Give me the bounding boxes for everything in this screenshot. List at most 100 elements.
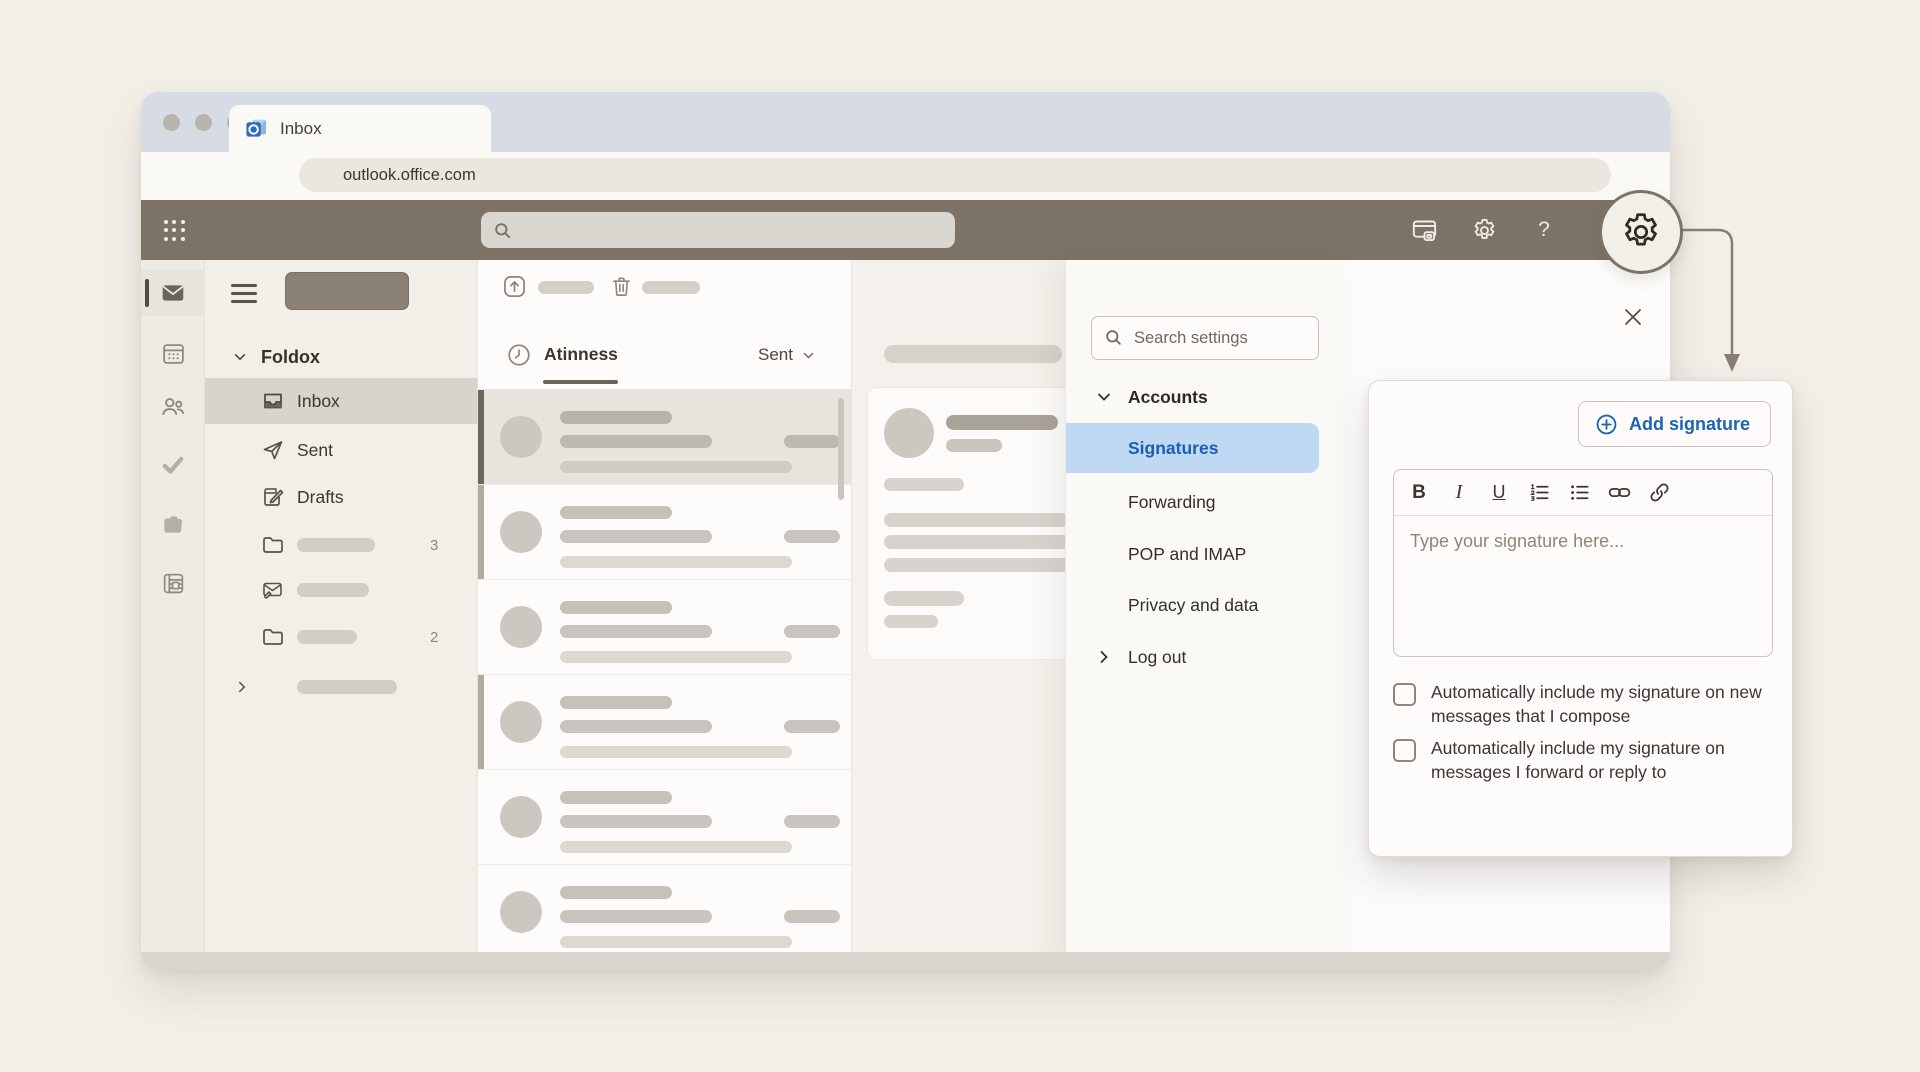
command-label-skeleton bbox=[538, 281, 594, 294]
bold-button[interactable]: B bbox=[1404, 478, 1434, 508]
signature-settings-card: Add signature B I U Type your signature … bbox=[1368, 380, 1793, 857]
message-items bbox=[478, 390, 851, 960]
settings-panel: Accounts Signatures Forwarding POP and I… bbox=[1065, 260, 1345, 970]
settings-gear-icon[interactable] bbox=[1470, 216, 1498, 244]
settings-nav-pop-imap[interactable]: POP and IMAP bbox=[1066, 537, 1345, 571]
folder-name-skeleton bbox=[297, 680, 397, 694]
message-row[interactable] bbox=[478, 390, 851, 485]
message-row[interactable] bbox=[478, 580, 851, 675]
devices-icon[interactable] bbox=[1410, 216, 1438, 244]
folder-icon bbox=[263, 629, 283, 645]
briefcase-icon bbox=[164, 516, 183, 533]
clock-icon bbox=[506, 342, 532, 368]
message-row[interactable] bbox=[478, 770, 851, 865]
chevron-down-icon bbox=[1098, 393, 1110, 401]
active-tab-underline bbox=[543, 380, 618, 384]
folder-count-badge: 2 bbox=[430, 628, 439, 646]
bullet-list-button[interactable] bbox=[1564, 478, 1594, 508]
help-icon[interactable]: ? bbox=[1530, 216, 1558, 244]
browser-tab[interactable]: Inbox bbox=[229, 105, 491, 152]
add-signature-button[interactable]: Add signature bbox=[1577, 401, 1771, 447]
chain-link-icon[interactable] bbox=[1604, 478, 1634, 508]
hyperlink-icon[interactable] bbox=[1644, 478, 1674, 508]
settings-nav-logout[interactable]: Log out bbox=[1066, 640, 1345, 674]
inbox-icon bbox=[264, 393, 282, 409]
folder-item-drafts[interactable]: Drafts bbox=[205, 474, 477, 520]
body-skeleton bbox=[884, 558, 1070, 572]
folder-item-custom-1[interactable]: 3 bbox=[205, 522, 477, 568]
list-scrollbar[interactable] bbox=[838, 398, 844, 500]
folder-pane: Foldox Inbox Sent Drafts 3 2 bbox=[205, 260, 478, 970]
new-message-icon[interactable] bbox=[502, 274, 527, 299]
folder-name-skeleton bbox=[297, 630, 357, 644]
browser-toolbar: outlook.office.com bbox=[141, 152, 1670, 200]
rail-mail-button[interactable] bbox=[141, 270, 205, 316]
italic-button[interactable]: I bbox=[1444, 478, 1474, 508]
folder-name-skeleton bbox=[297, 538, 375, 552]
checkbox-new-messages[interactable] bbox=[1393, 683, 1416, 706]
folder-item-sent[interactable]: Sent bbox=[205, 427, 477, 473]
chevron-down-icon bbox=[803, 352, 814, 359]
signature-editor: B I U bbox=[1393, 469, 1773, 657]
compose-button-skeleton[interactable] bbox=[285, 272, 409, 310]
folder-item-custom-2[interactable] bbox=[205, 567, 477, 613]
underline-button[interactable]: U bbox=[1484, 478, 1514, 508]
folder-count-badge: 3 bbox=[430, 536, 439, 554]
tab-title: Inbox bbox=[280, 118, 322, 138]
browser-tab-strip: Inbox bbox=[141, 92, 1670, 152]
checkbox-forward-reply[interactable] bbox=[1393, 739, 1416, 762]
send-icon bbox=[263, 441, 283, 460]
app-search-bar[interactable] bbox=[481, 212, 955, 248]
signature-textarea[interactable] bbox=[1394, 516, 1772, 654]
notes-icon bbox=[163, 573, 183, 593]
rail-people-button[interactable] bbox=[141, 384, 205, 430]
folder-item-inbox[interactable]: Inbox bbox=[205, 378, 477, 424]
app-launcher-icon[interactable] bbox=[164, 220, 185, 241]
settings-nav-privacy[interactable]: Privacy and data bbox=[1066, 588, 1345, 622]
settings-nav-signatures[interactable]: Signatures bbox=[1066, 423, 1319, 473]
command-bar bbox=[478, 272, 851, 306]
folder-section-row[interactable]: Foldox bbox=[205, 334, 477, 380]
message-row[interactable] bbox=[478, 675, 851, 770]
window-close-button[interactable] bbox=[163, 114, 180, 131]
delete-icon[interactable] bbox=[610, 275, 633, 298]
message-row[interactable] bbox=[478, 865, 851, 960]
callout-arrow bbox=[1682, 228, 1740, 372]
close-icon[interactable] bbox=[1619, 303, 1647, 331]
rail-calendar-button[interactable] bbox=[141, 330, 205, 376]
settings-gear-callout[interactable] bbox=[1599, 190, 1683, 274]
gear-icon bbox=[1625, 213, 1657, 246]
settings-nav-accounts[interactable]: Accounts bbox=[1066, 380, 1345, 414]
body-skeleton bbox=[884, 591, 964, 606]
app-header: ? bbox=[141, 200, 1670, 260]
rail-notes-button[interactable] bbox=[141, 560, 205, 606]
body-skeleton bbox=[884, 513, 1070, 527]
window-minimize-button[interactable] bbox=[195, 114, 212, 131]
settings-nav-forwarding[interactable]: Forwarding bbox=[1066, 485, 1345, 519]
checkmark-icon bbox=[162, 456, 184, 474]
message-list-header: Atinness Sent bbox=[478, 332, 851, 390]
list-view-tab[interactable]: Atinness bbox=[544, 344, 618, 365]
folder-item-custom-3[interactable]: 2 bbox=[205, 614, 477, 660]
settings-search-input[interactable] bbox=[1091, 316, 1319, 360]
checkbox-row-new-messages[interactable]: Automatically include my signature on ne… bbox=[1393, 681, 1781, 728]
body-skeleton bbox=[884, 615, 938, 628]
window-bottom-edge bbox=[141, 952, 1670, 970]
rail-briefcase-button[interactable] bbox=[141, 502, 205, 548]
folder-group-collapsed[interactable] bbox=[205, 664, 477, 710]
hamburger-menu-icon[interactable] bbox=[231, 284, 257, 303]
address-bar[interactable]: outlook.office.com bbox=[299, 158, 1611, 192]
mail-icon bbox=[162, 285, 184, 301]
app-rail bbox=[141, 260, 205, 970]
drafts-icon bbox=[264, 488, 284, 506]
checkbox-row-forward-reply[interactable]: Automatically include my signature on me… bbox=[1393, 737, 1781, 784]
numbered-list-button[interactable] bbox=[1524, 478, 1554, 508]
message-row[interactable] bbox=[478, 485, 851, 580]
settings-search[interactable] bbox=[1091, 316, 1319, 360]
rail-todo-button[interactable] bbox=[141, 442, 205, 488]
filter-dropdown[interactable]: Sent bbox=[758, 345, 815, 365]
people-icon bbox=[162, 398, 184, 415]
calendar-icon bbox=[162, 343, 184, 364]
body-skeleton bbox=[884, 478, 964, 491]
message-list-pane: Atinness Sent bbox=[478, 260, 852, 970]
